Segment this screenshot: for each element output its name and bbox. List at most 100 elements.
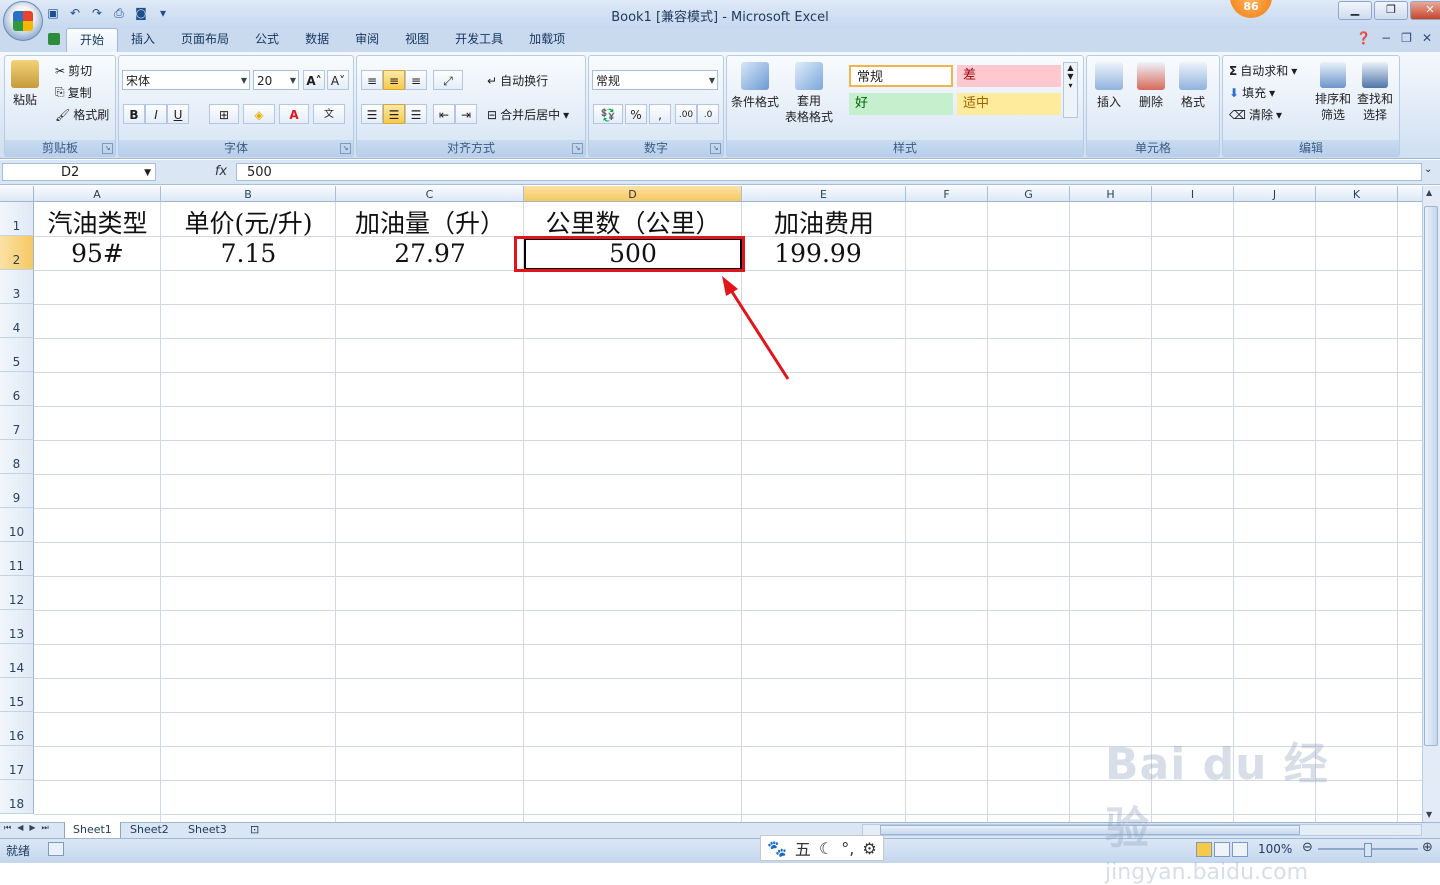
number-launcher-icon[interactable]: ↘ [710,143,721,154]
minimize-button[interactable]: ▁ [1338,1,1372,20]
column-header-b[interactable]: B [161,186,336,202]
close-button[interactable]: ✕ [1410,1,1440,20]
styles-scroll[interactable]: ▲ ▼ ▾ [1063,62,1078,118]
insert-cells-button[interactable]: 插入 [1095,62,1123,110]
underline-button[interactable]: U [167,104,189,124]
insert-sheet-icon[interactable]: ⊡ [242,822,267,838]
clipboard-launcher-icon[interactable]: ↘ [102,143,113,154]
align-left-button[interactable]: ☰ [361,104,383,124]
paste-button[interactable]: 粘贴 [11,60,39,108]
office-button[interactable] [3,1,43,41]
row-header-5[interactable]: 5 [0,338,34,372]
scroll-down-icon[interactable]: ▼ [1426,810,1432,819]
font-name-combo[interactable]: 宋体 ▼ [122,70,250,90]
tab-page-layout[interactable]: 页面布局 [168,28,242,52]
conditional-formatting-button[interactable]: 条件格式 [731,62,779,110]
column-header-f[interactable]: F [906,186,988,202]
sheet-nav-icon[interactable]: ⏮◀▶⏭ [4,823,55,833]
orientation-button[interactable]: ⤢ [433,70,463,90]
tab-view[interactable]: 视图 [392,28,442,52]
tab-insert[interactable]: 插入 [118,28,168,52]
column-header-a[interactable]: A [34,186,161,202]
decrease-indent-button[interactable]: ⇤ [433,104,455,124]
shrink-font-button[interactable]: A˅ [327,70,349,90]
row-header-2[interactable]: 2 [0,236,34,270]
cell-c1[interactable]: 加油量（升） [336,204,524,240]
copy-button[interactable]: ⎘ 复制 [55,84,92,101]
style-bad[interactable]: 差 [957,65,1061,87]
insert-function-button[interactable]: fx [206,163,236,181]
bold-button[interactable]: B [123,104,145,124]
cell-b1[interactable]: 单价(元/升) [161,204,336,240]
row-header-17[interactable]: 17 [0,746,34,780]
align-right-button[interactable]: ☰ [405,104,427,124]
cell-b2[interactable]: 7.15 [161,239,336,268]
wrap-text-button[interactable]: ↵ 自动换行 [487,72,548,89]
merge-center-button[interactable]: ⊟ 合并后居中 ▾ [487,106,569,123]
cell-a2[interactable]: 95# [34,239,161,268]
column-header-next[interactable] [1398,186,1422,202]
fill-color-button[interactable]: ◈ [243,104,275,124]
tab-data[interactable]: 数据 [292,28,342,52]
ime-mode[interactable]: 五 [795,836,811,860]
cell-e2[interactable]: 199.99 [742,239,894,268]
format-as-table-button[interactable]: 套用 表格格式 [785,62,833,125]
ribbon-close-icon[interactable]: ✕ [1422,31,1432,45]
column-header-j[interactable]: J [1234,186,1316,202]
decrease-decimal-button[interactable]: .0 [697,104,719,124]
fill-button[interactable]: ⬇ 填充 ▾ [1229,84,1275,101]
settings-gear-icon[interactable]: ⚙ [862,839,876,858]
moon-icon[interactable]: ☾ [819,839,833,858]
sort-filter-button[interactable]: 排序和 筛选 [1315,62,1351,123]
percent-button[interactable]: % [625,104,647,124]
font-size-combo[interactable]: 20 ▼ [253,70,299,90]
tab-home[interactable]: 开始 [66,28,119,53]
row-header-4[interactable]: 4 [0,304,34,338]
zoom-in-icon[interactable]: ⊕ [1422,840,1433,855]
comma-button[interactable]: , [649,104,671,124]
sheet-tab-2[interactable]: Sheet2 [122,822,177,838]
clear-button[interactable]: ⌫ 清除 ▾ [1229,106,1282,123]
phonetic-button[interactable]: 文 [313,104,345,124]
row-header-7[interactable]: 7 [0,406,34,440]
style-neutral[interactable]: 适中 [957,93,1061,115]
style-good[interactable]: 好 [849,93,953,115]
row-header-15[interactable]: 15 [0,678,34,712]
column-header-k[interactable]: K [1316,186,1398,202]
vertical-scroll-thumb[interactable] [1424,206,1438,746]
sheet-tab-3[interactable]: Sheet3 [180,822,235,838]
row-header-16[interactable]: 16 [0,712,34,746]
cell-a1[interactable]: 汽油类型 [34,204,161,240]
style-normal[interactable]: 常规 [849,65,953,87]
formula-input[interactable]: 500 [236,163,1422,181]
autosum-button[interactable]: Σ 自动求和 ▾ [1229,62,1297,79]
row-header-8[interactable]: 8 [0,440,34,474]
font-launcher-icon[interactable]: ↘ [340,143,351,154]
row-header-14[interactable]: 14 [0,644,34,678]
select-all-corner[interactable] [0,186,34,202]
help-icon[interactable]: ❓ [1356,31,1371,45]
tab-addins[interactable]: 加载项 [516,28,578,52]
font-color-button[interactable]: A [279,104,309,124]
column-header-c[interactable]: C [336,186,524,202]
tab-developer[interactable]: 开发工具 [442,28,516,52]
row-header-18[interactable]: 18 [0,780,34,814]
macro-record-icon[interactable] [48,842,64,856]
increase-decimal-button[interactable]: .00 [675,104,697,124]
zoom-slider-thumb[interactable] [1364,843,1372,857]
number-format-combo[interactable]: 常规 ▼ [592,70,718,90]
cell-c2[interactable]: 27.97 [336,239,524,268]
borders-button[interactable]: ⊞ [209,104,239,124]
tab-review[interactable]: 审阅 [342,28,392,52]
row-header-11[interactable]: 11 [0,542,34,576]
row-header-10[interactable]: 10 [0,508,34,542]
column-header-e[interactable]: E [742,186,906,202]
alignment-launcher-icon[interactable]: ↘ [572,143,583,154]
expand-formula-bar-icon[interactable]: ⌄ [1424,164,1432,175]
format-cells-button[interactable]: 格式 [1179,62,1207,110]
cell-e1[interactable]: 加油费用 [742,204,906,240]
scroll-up-icon[interactable]: ▲ [1426,188,1432,197]
format-painter-button[interactable]: 🖌 格式刷 [55,106,109,123]
column-header-h[interactable]: H [1070,186,1152,202]
row-header-1[interactable]: 1 [0,202,34,236]
